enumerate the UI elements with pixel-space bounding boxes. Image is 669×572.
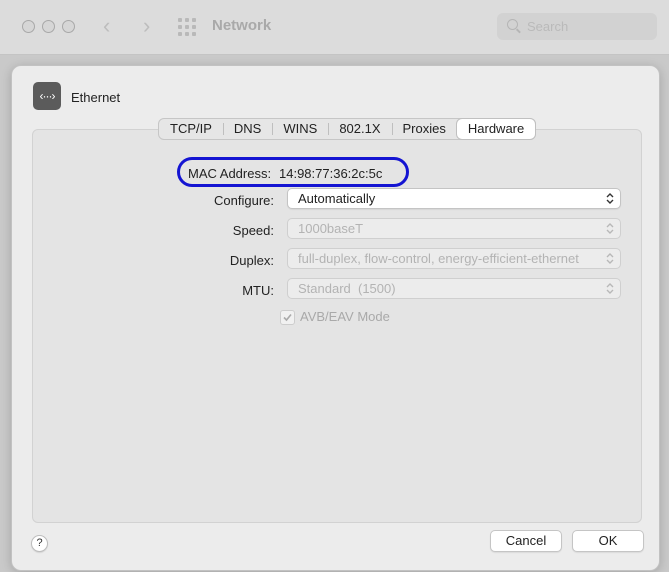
mac-address-value: 14:98:77:36:2c:5c (279, 166, 383, 181)
configure-label: Configure: (214, 193, 274, 208)
search-placeholder: Search (527, 19, 569, 34)
forward-chevron-icon[interactable]: › (143, 14, 150, 38)
tab-dns[interactable]: DNS (222, 119, 272, 139)
help-button[interactable]: ? (31, 535, 48, 552)
duplex-select[interactable]: full-duplex, flow-control, energy-effici… (287, 248, 621, 269)
tab-tcpip[interactable]: TCP/IP (159, 119, 223, 139)
updown-chevron-icon (606, 283, 614, 294)
avb-eav-label: AVB/EAV Mode (300, 309, 390, 324)
minimize-window-button[interactable] (42, 20, 55, 33)
configure-value: Automatically (298, 191, 376, 206)
ethernet-icon: ‹···› (33, 82, 61, 110)
mac-address-label: MAC Address: (188, 166, 272, 181)
cancel-button[interactable]: Cancel (490, 530, 562, 552)
duplex-value: full-duplex, flow-control, energy-effici… (298, 251, 579, 266)
tab-hardware[interactable]: Hardware (456, 119, 536, 139)
window-titlebar: ‹ › Network Search (0, 0, 669, 55)
zoom-window-button[interactable] (62, 20, 75, 33)
search-icon (507, 19, 518, 30)
speed-select[interactable]: 1000baseT (287, 218, 621, 239)
mtu-label: MTU: (242, 283, 274, 298)
configure-select[interactable]: Automatically (287, 188, 621, 209)
mtu-select[interactable]: Standard (1500) (287, 278, 621, 299)
speed-row: Speed: (12, 220, 274, 241)
tab-proxies[interactable]: Proxies (391, 119, 457, 139)
mtu-row: MTU: (12, 280, 274, 301)
close-window-button[interactable] (22, 20, 35, 33)
avb-eav-checkbox[interactable] (280, 310, 295, 325)
tab-bar: TCP/IP DNS WINS 802.1X Proxies Hardware (158, 118, 537, 140)
tab-wins[interactable]: WINS (272, 119, 328, 139)
duplex-row: Duplex: (12, 250, 274, 271)
search-field[interactable]: Search (497, 13, 657, 40)
updown-chevron-icon (606, 253, 614, 264)
updown-chevron-icon (606, 193, 614, 204)
speed-label: Speed: (232, 223, 274, 238)
window-title: Network (212, 17, 272, 34)
checkmark-icon (283, 313, 292, 322)
mtu-value: Standard (1500) (298, 281, 396, 296)
ethernet-advanced-sheet: ‹···› Ethernet TCP/IP DNS WINS 802.1X Pr… (11, 65, 660, 571)
updown-chevron-icon (606, 223, 614, 234)
speed-value: 1000baseT (298, 221, 364, 236)
duplex-label: Duplex: (229, 253, 274, 268)
back-chevron-icon[interactable]: ‹ (103, 14, 110, 38)
configure-row: Configure: (12, 190, 274, 211)
ok-button[interactable]: OK (572, 530, 644, 552)
service-name: Ethernet (71, 90, 121, 105)
tab-8021x[interactable]: 802.1X (328, 119, 391, 139)
show-all-grid-icon[interactable] (178, 18, 196, 36)
